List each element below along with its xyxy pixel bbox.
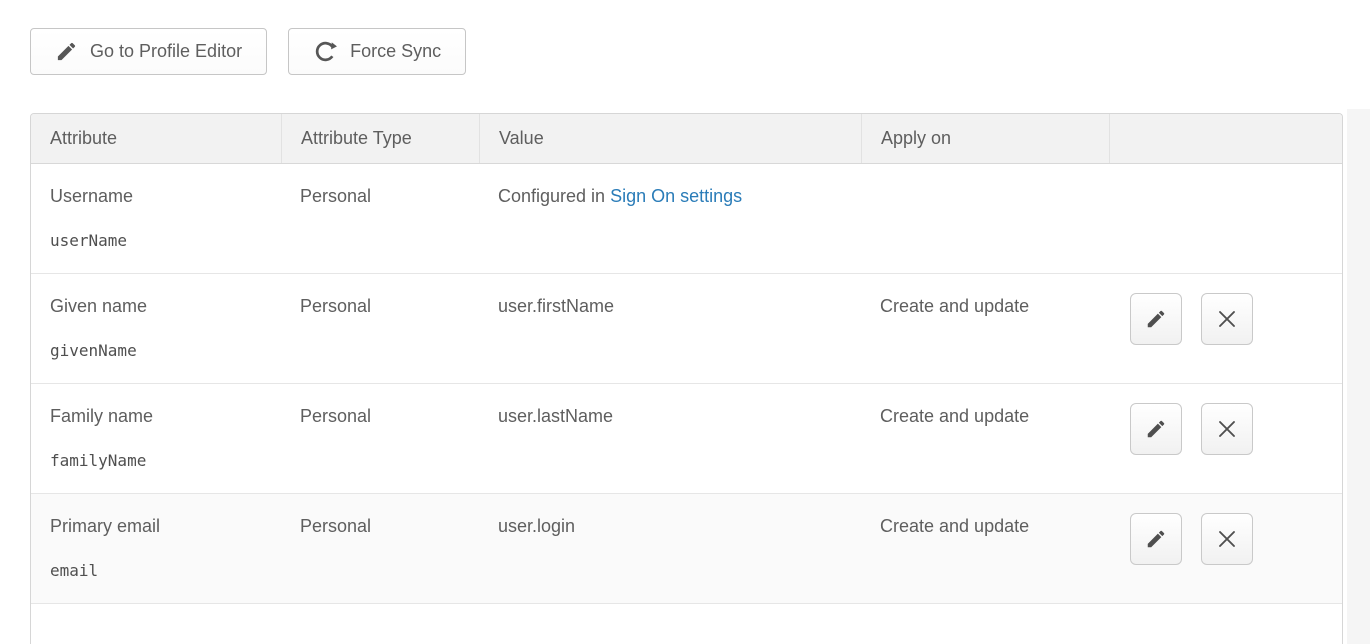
go-to-profile-editor-label: Go to Profile Editor [90, 41, 242, 62]
table-row-family-name: Family name familyName Personal user.las… [31, 384, 1342, 494]
column-header-apply-on: Apply on [861, 114, 1109, 163]
refresh-icon [313, 39, 338, 64]
apply-on-cell [861, 164, 1109, 273]
force-sync-label: Force Sync [350, 41, 441, 62]
apply-on-cell: Create and update [861, 494, 1109, 603]
value-cell: Configured in Sign On settings [479, 164, 861, 273]
value-prefix-text: Configured in [498, 186, 610, 206]
attribute-cell: Given name givenName [31, 274, 281, 383]
attribute-type-cell: Personal [281, 384, 479, 493]
remove-attribute-button[interactable] [1201, 403, 1253, 455]
attribute-cell: Username userName [31, 164, 281, 273]
column-header-attribute-type: Attribute Type [281, 114, 479, 163]
sign-on-settings-link[interactable]: Sign On settings [610, 186, 742, 206]
column-header-value: Value [479, 114, 861, 163]
attribute-mapping-table: Attribute Attribute Type Value Apply on … [30, 113, 1343, 644]
attribute-variable: familyName [50, 451, 271, 470]
column-header-actions [1109, 114, 1342, 163]
pencil-icon [1145, 418, 1167, 440]
actions-cell [1109, 384, 1342, 493]
pencil-icon [1145, 528, 1167, 550]
close-icon [1215, 307, 1239, 331]
toolbar: Go to Profile Editor Force Sync [30, 28, 466, 75]
go-to-profile-editor-button[interactable]: Go to Profile Editor [30, 28, 267, 75]
attribute-variable: givenName [50, 341, 271, 360]
table-row-username: Username userName Personal Configured in… [31, 164, 1342, 274]
attribute-cell: Family name familyName [31, 384, 281, 493]
actions-cell [1109, 274, 1342, 383]
attribute-label: Primary email [50, 516, 271, 537]
right-gutter [1347, 109, 1370, 644]
attribute-type-cell: Personal [281, 494, 479, 603]
value-cell: user.firstName [479, 274, 861, 383]
close-icon [1215, 417, 1239, 441]
actions-cell-empty [1109, 164, 1342, 273]
edit-attribute-button[interactable] [1130, 293, 1182, 345]
attribute-label: Username [50, 186, 271, 207]
remove-attribute-button[interactable] [1201, 513, 1253, 565]
pencil-icon [55, 40, 78, 63]
force-sync-button[interactable]: Force Sync [288, 28, 466, 75]
attribute-type-cell: Personal [281, 164, 479, 273]
edit-attribute-button[interactable] [1130, 513, 1182, 565]
attribute-cell: Primary email email [31, 494, 281, 603]
attribute-label: Given name [50, 296, 271, 317]
actions-cell [1109, 494, 1342, 603]
table-row-partial [31, 604, 1342, 644]
table-row-primary-email: Primary email email Personal user.login … [31, 494, 1342, 604]
edit-attribute-button[interactable] [1130, 403, 1182, 455]
attribute-variable: userName [50, 231, 271, 250]
column-header-attribute: Attribute [31, 114, 281, 163]
table-header-row: Attribute Attribute Type Value Apply on [31, 114, 1342, 164]
table-row-given-name: Given name givenName Personal user.first… [31, 274, 1342, 384]
attribute-variable: email [50, 561, 271, 580]
value-cell: user.lastName [479, 384, 861, 493]
close-icon [1215, 527, 1239, 551]
pencil-icon [1145, 308, 1167, 330]
value-cell: user.login [479, 494, 861, 603]
apply-on-cell: Create and update [861, 274, 1109, 383]
attribute-label: Family name [50, 406, 271, 427]
apply-on-cell: Create and update [861, 384, 1109, 493]
remove-attribute-button[interactable] [1201, 293, 1253, 345]
attribute-type-cell: Personal [281, 274, 479, 383]
